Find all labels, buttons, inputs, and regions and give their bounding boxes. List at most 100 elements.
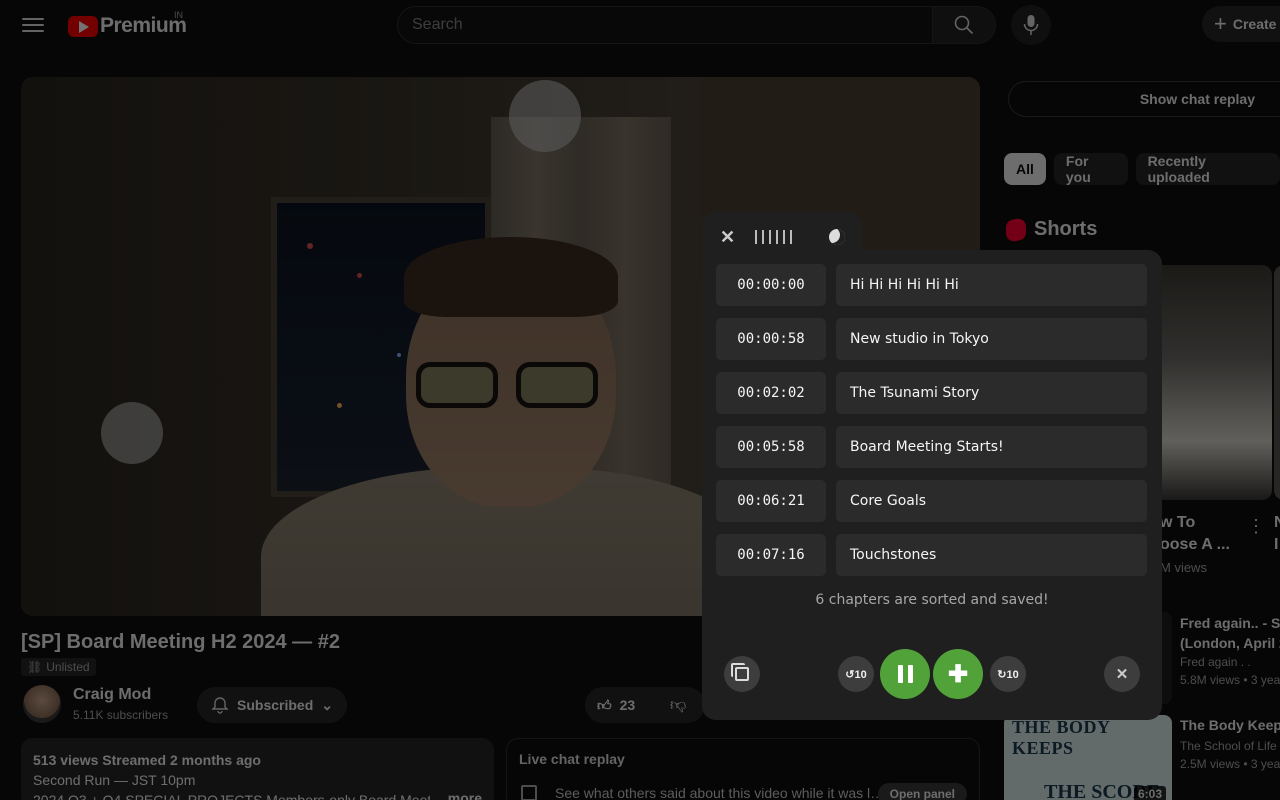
- person-hair: [404, 237, 618, 317]
- chapter-name[interactable]: Hi Hi Hi Hi Hi Hi: [836, 264, 1147, 306]
- youtube-premium-logo[interactable]: Premium: [68, 14, 187, 38]
- thumbnail-text: THE BODY KEEPS: [1012, 717, 1110, 758]
- more-vert-icon[interactable]: ⋮: [1247, 516, 1265, 537]
- chapter-name[interactable]: Core Goals: [836, 480, 1147, 522]
- pause-button[interactable]: [880, 649, 930, 699]
- cursor-ghost: [101, 402, 163, 464]
- drag-handle-icon[interactable]: [755, 230, 796, 244]
- chapter-row: 00:02:02 The Tsunami Story: [716, 372, 1148, 414]
- like-button[interactable]: 👍︎ 23: [585, 687, 705, 723]
- filter-chips: All For you Recently uploaded: [1004, 153, 1280, 185]
- chapter-row: 00:00:58 New studio in Tokyo: [716, 318, 1148, 360]
- open-panel-button[interactable]: Open panel: [877, 783, 967, 800]
- voice-search-button[interactable]: [1011, 5, 1051, 45]
- rec-meta: 2.5M views • 3 yea: [1180, 757, 1280, 771]
- more-link[interactable]: ...more: [430, 788, 482, 800]
- chip-for-you[interactable]: For you: [1053, 153, 1128, 185]
- chapter-row: 00:00:00 Hi Hi Hi Hi Hi Hi: [716, 264, 1148, 306]
- duration-badge: 6:03: [1134, 786, 1167, 800]
- subscribed-label: Subscribed: [237, 697, 314, 713]
- chapter-name[interactable]: New studio in Tokyo: [836, 318, 1147, 360]
- skip-forward-seconds: 10: [1006, 668, 1019, 681]
- chapter-time[interactable]: 00:05:58: [716, 426, 826, 468]
- subscribed-button[interactable]: Subscribed ⌄: [197, 687, 347, 723]
- close-icon[interactable]: ✕: [720, 227, 735, 248]
- glasses: [416, 362, 606, 412]
- chapter-name[interactable]: The Tsunami Story: [836, 372, 1147, 414]
- short-title[interactable]: N I: [1274, 512, 1280, 556]
- skip-back-button[interactable]: ↺10: [838, 656, 874, 692]
- close-panel-button[interactable]: ✕: [1104, 656, 1140, 692]
- thumbs-down-icon[interactable]: 👎︎: [670, 696, 686, 715]
- short-title-line: oose A ...: [1160, 536, 1230, 553]
- add-chapter-button[interactable]: ✚: [933, 649, 983, 699]
- menu-icon[interactable]: [22, 14, 44, 36]
- recommended-item[interactable]: Fred again.. - Stu (London, April 2 Fred…: [1180, 613, 1280, 689]
- search-icon: [954, 15, 974, 35]
- skip-back-seconds: 10: [854, 668, 867, 681]
- rec-title: Fred again.. - Stu: [1180, 615, 1280, 631]
- link-icon: ⛓: [27, 660, 43, 674]
- youtube-play-icon: [68, 15, 98, 37]
- short-thumbnail[interactable]: [1274, 265, 1280, 500]
- close-icon: ✕: [1115, 666, 1129, 683]
- live-chat-text: See what others said about this video wh…: [555, 785, 885, 800]
- replay-10-icon: ↺10: [845, 668, 867, 681]
- copy-button[interactable]: [724, 656, 760, 692]
- recommended-item[interactable]: The Body Keeps The School of Life 2.5M v…: [1180, 715, 1280, 773]
- video-title: [SP] Board Meeting H2 2024 — #2: [21, 631, 340, 653]
- create-button[interactable]: + Create: [1202, 6, 1280, 42]
- bell-icon: [211, 697, 229, 714]
- pause-icon: [897, 665, 913, 683]
- search-button[interactable]: [932, 6, 996, 44]
- moon-icon[interactable]: [829, 229, 846, 245]
- cursor-ghost: [509, 80, 581, 152]
- description-line: Second Run — JST 10pm: [33, 772, 196, 788]
- plus-icon: +: [1214, 11, 1227, 36]
- rec-channel: Fred again . .: [1180, 655, 1251, 669]
- copy-icon: [731, 663, 749, 681]
- short-title-line: w To: [1160, 514, 1196, 531]
- rec-title: The Body Keeps: [1180, 717, 1280, 733]
- skip-forward-button[interactable]: ↻10: [990, 656, 1026, 692]
- short-title-line: N: [1274, 514, 1280, 531]
- channel-name[interactable]: Craig Mod: [73, 686, 151, 704]
- unlisted-badge: ⛓ Unlisted: [21, 658, 96, 676]
- chapter-time[interactable]: 00:00:58: [716, 318, 826, 360]
- chapter-time[interactable]: 00:00:00: [716, 264, 826, 306]
- chapter-time[interactable]: 00:06:21: [716, 480, 826, 522]
- show-chat-replay-button[interactable]: Show chat replay: [1008, 81, 1280, 117]
- rec-title: (London, April 2: [1180, 635, 1280, 651]
- chapter-name[interactable]: Touchstones: [836, 534, 1147, 576]
- view-count: 513 views Streamed 2 months ago: [33, 752, 261, 768]
- chip-recently-uploaded[interactable]: Recently uploaded: [1135, 153, 1280, 185]
- thumbs-up-icon: 👍︎: [597, 696, 612, 713]
- chapter-time[interactable]: 00:07:16: [716, 534, 826, 576]
- shorts-label: Shorts: [1034, 218, 1098, 240]
- channel-avatar[interactable]: [23, 685, 61, 723]
- chip-all[interactable]: All: [1004, 153, 1046, 185]
- microphone-icon: [1023, 15, 1039, 35]
- description-line: 2024 Q3 + Q4 SPECIAL PROJECTS Members-on…: [33, 792, 450, 800]
- chapter-name[interactable]: Board Meeting Starts!: [836, 426, 1147, 468]
- description-box[interactable]: 513 views Streamed 2 months ago Second R…: [21, 738, 494, 800]
- plus-icon: ✚: [947, 660, 969, 688]
- chapters-panel: 00:00:00 Hi Hi Hi Hi Hi Hi 00:00:58 New …: [702, 250, 1162, 720]
- chapter-row: 00:05:58 Board Meeting Starts!: [716, 426, 1148, 468]
- chapter-time[interactable]: 00:02:02: [716, 372, 826, 414]
- search-input[interactable]: Search: [397, 6, 933, 44]
- shorts-icon: [1006, 216, 1026, 243]
- short-title[interactable]: w To oose A ...: [1160, 512, 1230, 556]
- short-views: M views: [1160, 560, 1207, 575]
- chapter-row: 00:06:21 Core Goals: [716, 480, 1148, 522]
- region-code: IN: [174, 10, 183, 20]
- chapter-row: 00:07:16 Touchstones: [716, 534, 1148, 576]
- forward-10-icon: ↻10: [997, 668, 1019, 681]
- status-message: 6 chapters are sorted and saved!: [815, 592, 1049, 608]
- rec-meta: 5.8M views • 3 yea: [1180, 673, 1280, 687]
- live-chat-replay: Live chat replay See what others said ab…: [506, 738, 980, 800]
- like-count: 23: [619, 697, 636, 713]
- create-label: Create: [1232, 16, 1277, 32]
- unlisted-label: Unlisted: [46, 660, 90, 674]
- page: Premium IN Search + Create [SP] Board Mee…: [0, 0, 1280, 800]
